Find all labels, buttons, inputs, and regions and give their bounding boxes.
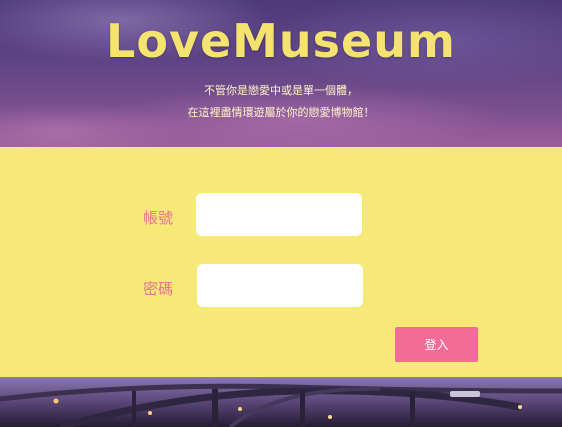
hero-banner: LoveMuseum 不管你是戀愛中或是單一個體， 在這裡盡情環遊屬於你的戀愛博… xyxy=(0,0,562,147)
password-label: 密碼 xyxy=(143,280,174,298)
login-page: LoveMuseum 不管你是戀愛中或是單一個體， 在這裡盡情環遊屬於你的戀愛博… xyxy=(0,0,562,427)
tagline-line-2: 在這裡盡情環遊屬於你的戀愛博物館！ xyxy=(187,106,375,119)
login-button[interactable]: 登入 xyxy=(395,327,478,362)
highway-silhouette xyxy=(0,377,562,427)
account-label: 帳號 xyxy=(143,209,174,227)
login-form: 帳號 密碼 登入 xyxy=(0,147,562,377)
account-input[interactable] xyxy=(196,193,362,236)
password-input[interactable] xyxy=(197,264,363,307)
tagline-line-1: 不管你是戀愛中或是單一個體， xyxy=(204,84,358,97)
night-city-background xyxy=(0,377,562,427)
site-logo-title: LoveMuseum xyxy=(106,14,456,68)
